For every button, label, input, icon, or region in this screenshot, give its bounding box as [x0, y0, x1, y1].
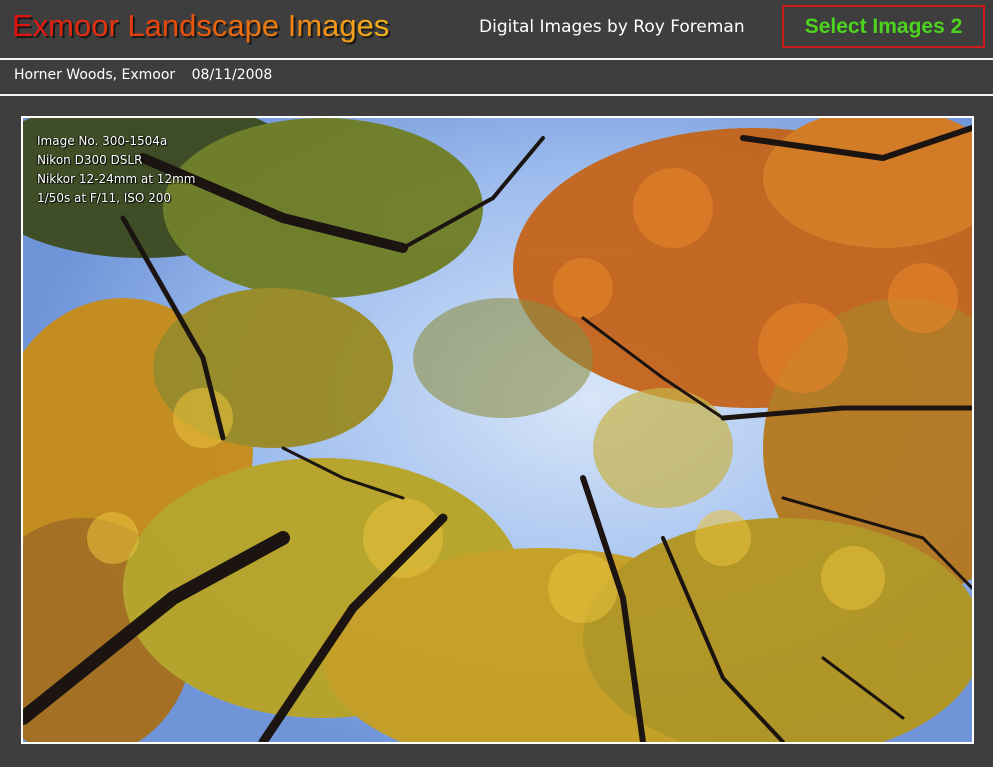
photo-location: Horner Woods, Exmoor [14, 67, 176, 83]
site-title[interactable]: Exmoor Landscape Images [12, 6, 389, 46]
photo-frame[interactable]: Image No. 300-1504a Nikon D300 DSLR Nikk… [21, 116, 974, 744]
header-divider [0, 58, 993, 60]
exif-lens: Nikkor 12-24mm at 12mm [37, 172, 196, 186]
exif-image-number: Image No. 300-1504a [37, 134, 168, 148]
exif-settings: 1/50s at F/11, ISO 200 [37, 191, 172, 205]
exif-info: Image No. 300-1504a Nikon D300 DSLR Nikk… [37, 132, 195, 208]
select-images-button[interactable]: Select Images 2 [782, 5, 985, 48]
photo-autumn-canopy [23, 118, 972, 742]
exif-camera: Nikon D300 DSLR [37, 153, 143, 167]
caption-divider [0, 94, 993, 96]
photo-caption: Horner Woods, Exmoor 08/11/2008 [14, 64, 272, 86]
page: Exmoor Landscape Images Exmoor Landscape… [0, 0, 993, 767]
site-subtitle: Digital Images by Roy Foreman [479, 17, 745, 37]
photo-date: 08/11/2008 [191, 67, 273, 83]
site-header: Exmoor Landscape Images Exmoor Landscape… [0, 0, 993, 57]
